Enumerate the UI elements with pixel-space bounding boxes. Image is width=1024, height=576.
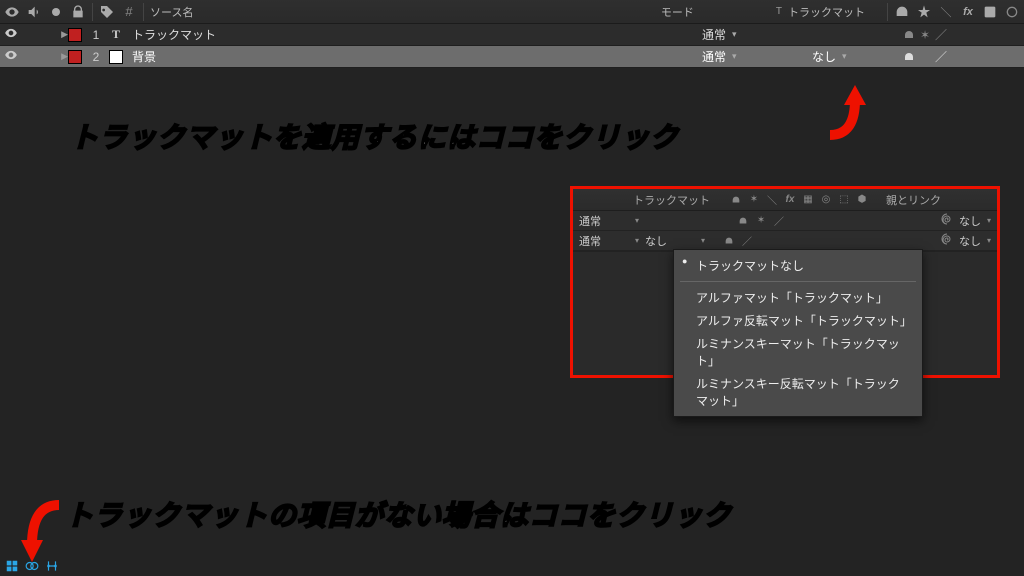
trackmatte-dropdown[interactable]: なし bbox=[645, 233, 695, 249]
blend-mode-dropdown[interactable]: 通常▾ bbox=[694, 46, 794, 67]
layer-index: 1 bbox=[86, 24, 106, 45]
eye-icon bbox=[4, 4, 20, 20]
speaker-icon bbox=[26, 4, 42, 20]
annotation-text: トラックマットを適用するにはココをクリック bbox=[70, 116, 679, 156]
star-icon: ✶ bbox=[748, 194, 760, 206]
quality-switch[interactable]: ／ bbox=[773, 215, 785, 227]
layer-row[interactable]: ▶ 1 T トラックマット 通常▾ ✶ ／ bbox=[0, 24, 1024, 46]
fx-icon: fx bbox=[960, 4, 976, 20]
trackmatte-t: T bbox=[776, 6, 782, 17]
eye-icon[interactable] bbox=[4, 26, 18, 43]
separator bbox=[887, 3, 888, 21]
menu-item[interactable]: アルファ反転マット「トラックマット」 bbox=[674, 309, 922, 332]
text-layer-icon: T bbox=[106, 24, 126, 45]
timeline-footer-buttons bbox=[4, 558, 60, 574]
shy-icon bbox=[894, 4, 910, 20]
cube-3d-icon: ⬢ bbox=[856, 194, 868, 206]
film-icon: ▦ bbox=[802, 194, 814, 206]
trackmatte-column-label: トラックマット bbox=[633, 192, 710, 208]
shy-switch[interactable] bbox=[737, 215, 749, 227]
frame-blend-switch[interactable] bbox=[966, 28, 980, 42]
layer-row[interactable]: ▶ 2 背景 通常▾ なし▾ ／ bbox=[0, 46, 1024, 68]
toggle-in-out-button[interactable] bbox=[44, 558, 60, 574]
trackmatte-popup: トラックマット ✶ ＼ fx ▦ ◎ ⬚ ⬢ 親とリンク 通常▾ ✶ ／ なし … bbox=[570, 186, 1000, 378]
fx-switch[interactable] bbox=[950, 28, 964, 42]
mode-header[interactable]: モード bbox=[661, 4, 694, 20]
separator bbox=[92, 3, 93, 21]
lock-icon bbox=[70, 4, 86, 20]
collapse-switch[interactable]: ✶ bbox=[918, 28, 932, 42]
menu-item[interactable]: トラックマットなし bbox=[674, 254, 922, 277]
star-icon bbox=[916, 4, 932, 20]
chevron-right-icon[interactable]: ▶ bbox=[61, 29, 68, 40]
film-icon bbox=[982, 4, 998, 20]
timeline-column-header: # ソース名 モード T トラックマット ＼ fx bbox=[0, 0, 1024, 24]
parent-column-label: 親とリンク bbox=[886, 192, 941, 208]
source-name-header[interactable]: ソース名 bbox=[150, 4, 193, 20]
slash-icon: ＼ bbox=[938, 4, 954, 20]
collapse-switch[interactable]: ✶ bbox=[755, 215, 767, 227]
menu-divider bbox=[680, 281, 916, 282]
solid-layer-icon bbox=[106, 46, 126, 67]
popup-layer-row[interactable]: 通常▾ なし▾ ／ なし ▾ bbox=[573, 231, 997, 251]
layer-index: 2 bbox=[86, 46, 106, 67]
solo-icon bbox=[48, 4, 64, 20]
fx-icon: fx bbox=[784, 194, 796, 206]
layer-switches[interactable]: ／ bbox=[894, 46, 1024, 67]
menu-item[interactable]: ルミナンスキー反転マット「トラックマット」 bbox=[674, 372, 922, 412]
chevron-right-icon[interactable]: ▶ bbox=[61, 51, 68, 62]
trackmatte-header[interactable]: トラックマット bbox=[788, 4, 865, 20]
shy-icon bbox=[730, 194, 742, 206]
eye-icon[interactable] bbox=[4, 48, 18, 65]
pickwhip-icon[interactable] bbox=[941, 233, 953, 248]
layer-name[interactable]: トラックマット bbox=[126, 24, 694, 45]
cube-icon: ⬚ bbox=[838, 194, 850, 206]
toggle-modes-button[interactable] bbox=[24, 558, 40, 574]
menu-item[interactable]: アルファマット「トラックマット」 bbox=[674, 286, 922, 309]
parent-dropdown[interactable]: なし bbox=[959, 213, 981, 229]
toggle-switches-button[interactable] bbox=[4, 558, 20, 574]
trackmatte-dropdown[interactable]: なし▾ bbox=[794, 46, 894, 67]
annotation-text: トラックマットの項目がない場合はココをクリック bbox=[65, 494, 732, 534]
menu-item[interactable]: ルミナンスキーマット「トラックマット」 bbox=[674, 332, 922, 372]
trackmatte-menu[interactable]: トラックマットなし アルファマット「トラックマット」 アルファ反転マット「トラッ… bbox=[673, 249, 923, 417]
shy-switch[interactable] bbox=[723, 235, 735, 247]
quality-switch[interactable]: ／ bbox=[934, 28, 948, 42]
circle-ring-icon: ◎ bbox=[820, 194, 832, 206]
layer-switches[interactable]: ✶ ／ bbox=[894, 24, 1024, 45]
separator bbox=[143, 3, 144, 21]
hash-icon: # bbox=[121, 4, 137, 20]
shy-switch[interactable] bbox=[902, 28, 916, 42]
layer-name[interactable]: 背景 bbox=[126, 46, 694, 67]
slash-icon: ＼ bbox=[766, 194, 778, 206]
quality-switch[interactable]: ／ bbox=[741, 235, 753, 247]
circle-icon bbox=[1004, 4, 1020, 20]
trackmatte-dropdown[interactable] bbox=[794, 24, 894, 45]
arrow-icon bbox=[820, 80, 890, 153]
popup-layer-row[interactable]: 通常▾ ✶ ／ なし ▾ bbox=[573, 211, 997, 231]
blend-mode-dropdown[interactable]: 通常▾ bbox=[694, 24, 794, 45]
label-icon bbox=[99, 4, 115, 20]
pickwhip-icon[interactable] bbox=[941, 213, 953, 228]
label-color[interactable] bbox=[68, 50, 82, 64]
popup-header: トラックマット ✶ ＼ fx ▦ ◎ ⬚ ⬢ 親とリンク bbox=[573, 189, 997, 211]
label-color[interactable] bbox=[68, 28, 82, 42]
shy-switch[interactable] bbox=[902, 50, 916, 64]
quality-switch[interactable]: ／ bbox=[934, 50, 948, 64]
parent-dropdown[interactable]: なし bbox=[959, 233, 981, 249]
